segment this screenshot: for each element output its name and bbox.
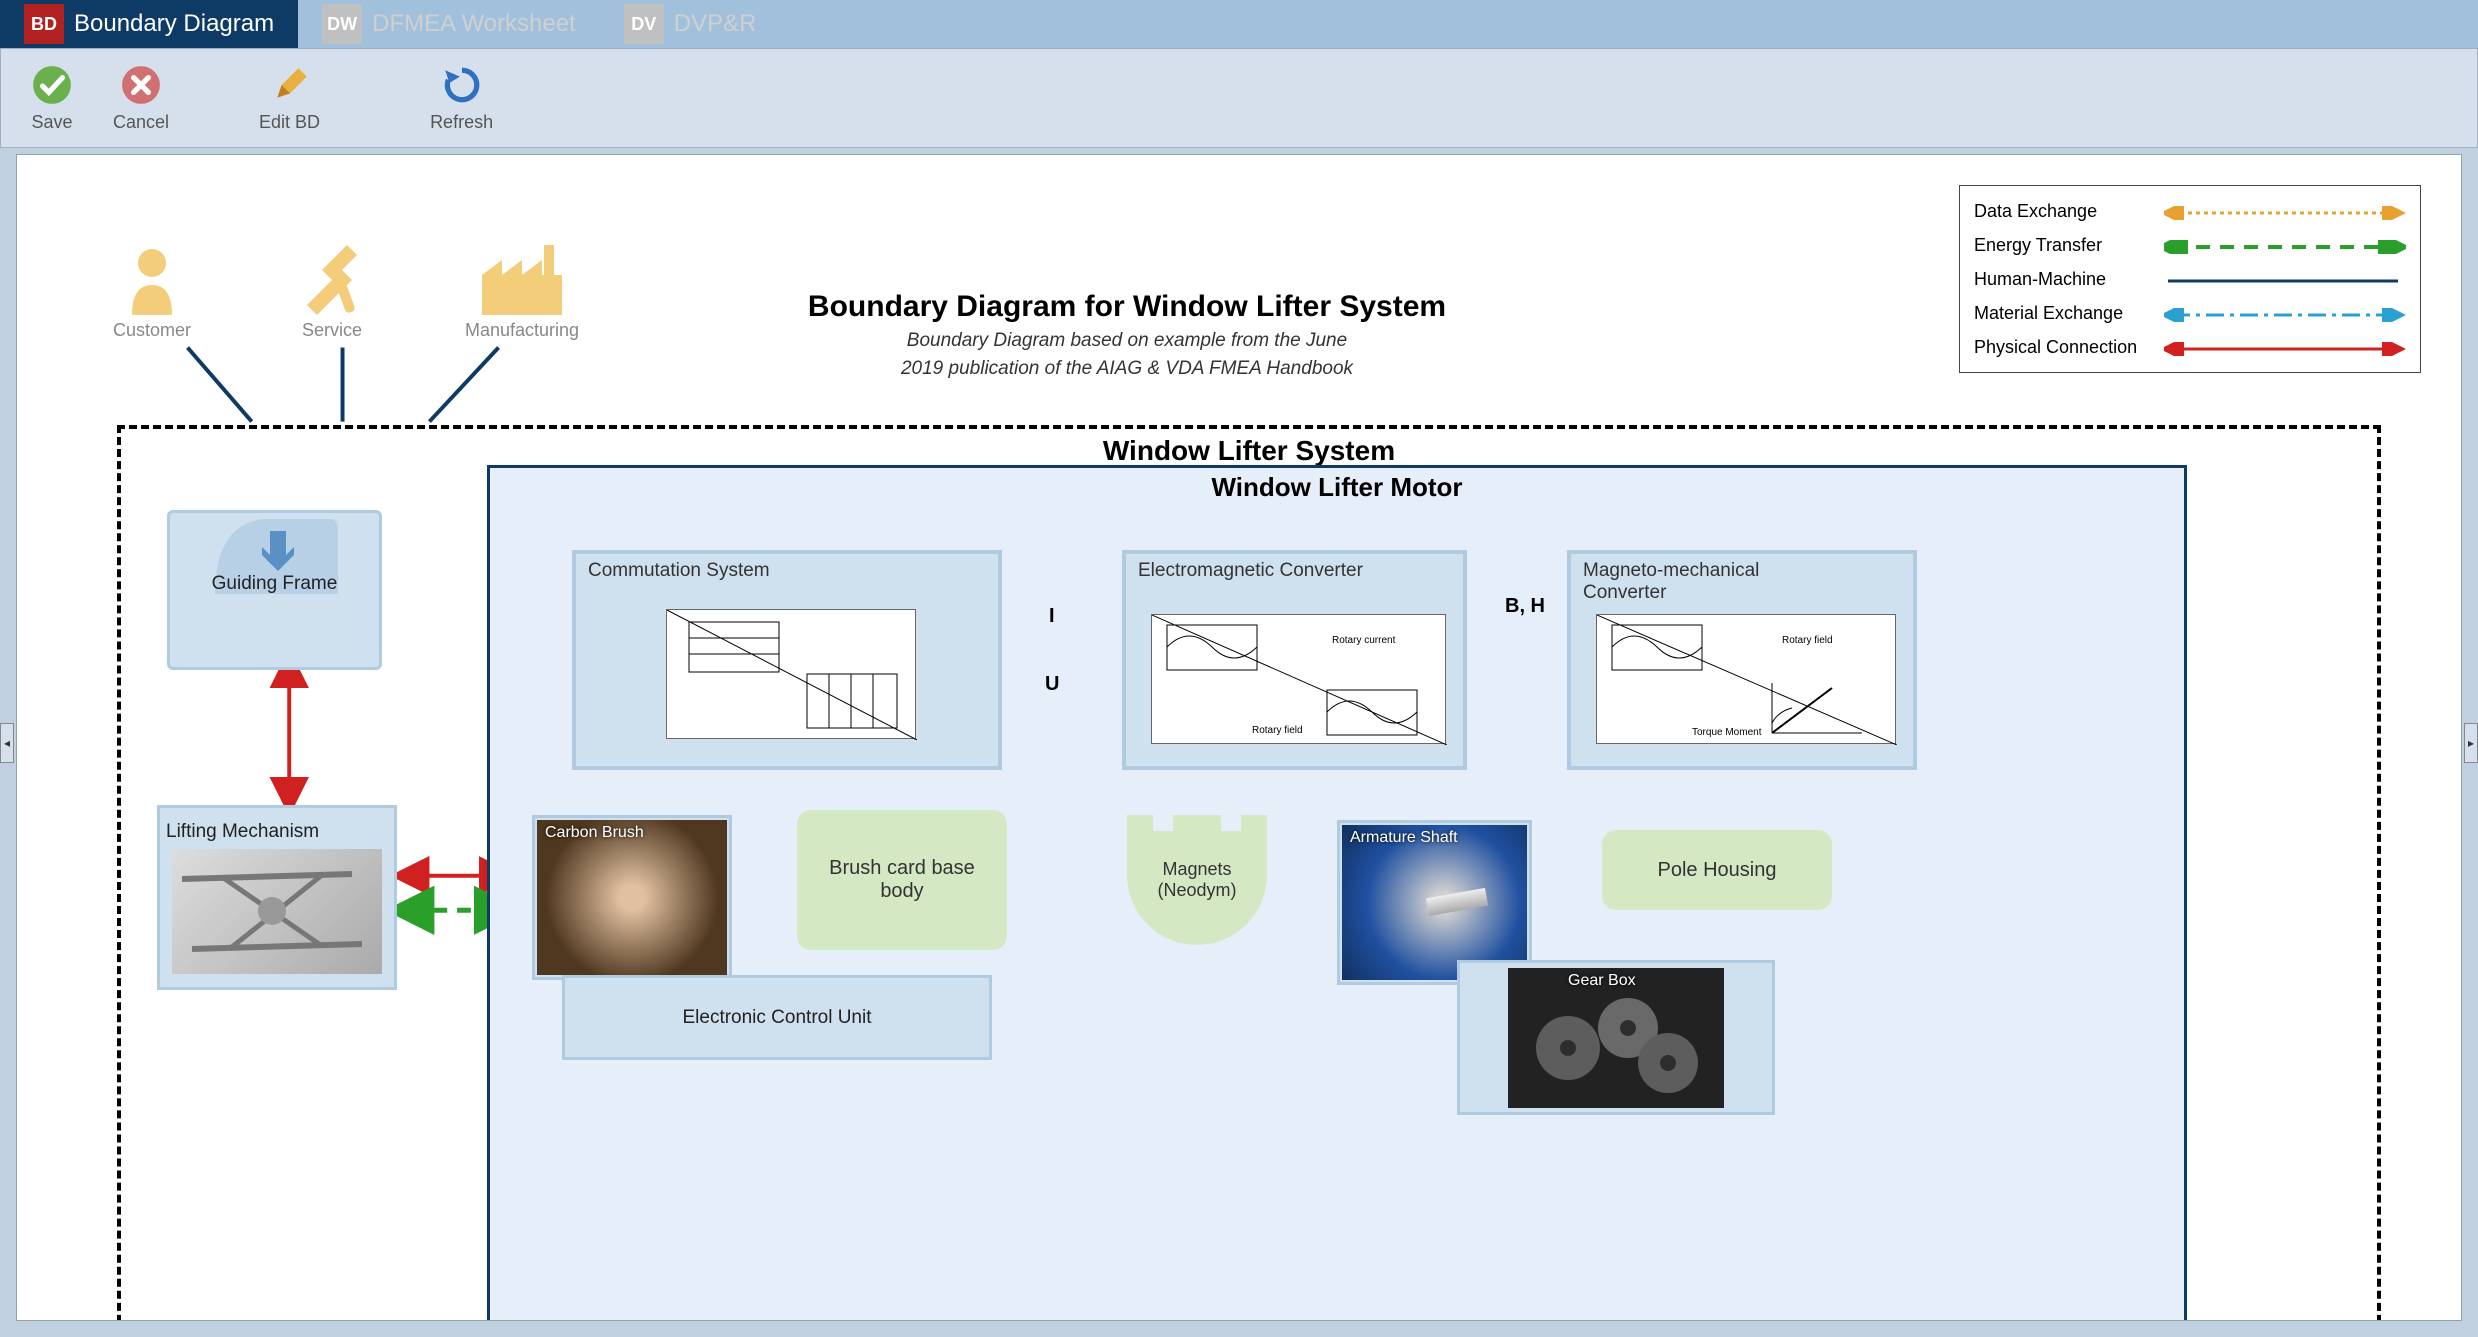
node-label: Electronic Control Unit <box>682 1007 871 1029</box>
title-sub2: 2019 publication of the AIAG & VDA FMEA … <box>717 358 1537 380</box>
title-sub1: Boundary Diagram based on example from t… <box>717 330 1537 352</box>
x-circle-icon <box>120 64 162 106</box>
save-button[interactable]: Save <box>31 64 73 133</box>
legend-sample-physical <box>2164 340 2406 354</box>
node-guiding-frame[interactable]: Guiding Frame <box>167 510 382 670</box>
legend-label: Energy Transfer <box>1974 235 2164 256</box>
node-label: Magnets (Neodym) <box>1127 859 1267 901</box>
check-circle-icon <box>31 64 73 106</box>
legend: Data Exchange Energy Transfer Human-Mach… <box>1959 185 2421 373</box>
refresh-icon <box>441 64 483 106</box>
node-gear-box[interactable]: Gear Box <box>1457 960 1775 1115</box>
em-converter-graphic: Rotary current Rotary field <box>1151 614 1446 744</box>
node-ecu[interactable]: Electronic Control Unit <box>562 975 992 1060</box>
dv-icon: DV <box>624 4 664 44</box>
tab-boundary-diagram[interactable]: BD Boundary Diagram <box>0 0 298 48</box>
title-main: Boundary Diagram for Window Lifter Syste… <box>717 290 1537 324</box>
svg-text:Rotary current: Rotary current <box>1332 635 1396 646</box>
node-brush-card-base-body[interactable]: Brush card base body <box>797 810 1007 950</box>
node-label: Pole Housing <box>1658 859 1777 882</box>
node-label: Magneto-mechanical Converter <box>1583 560 1783 604</box>
diagram-title: Boundary Diagram for Window Lifter Syste… <box>717 290 1537 380</box>
node-label: Lifting Mechanism <box>166 821 319 843</box>
edit-bd-button[interactable]: Edit BD <box>259 64 320 133</box>
legend-sample-human <box>2164 272 2406 286</box>
toolbar-label: Edit BD <box>259 112 320 133</box>
scroll-left-handle[interactable]: ◂ <box>0 723 14 763</box>
tools-icon <box>297 245 367 315</box>
armature-shaft-image: Armature Shaft <box>1342 825 1527 980</box>
tab-label: DFMEA Worksheet <box>372 10 576 38</box>
node-lifting-mechanism[interactable]: Lifting Mechanism <box>157 805 397 990</box>
node-commutation-system[interactable]: Commutation System <box>572 550 1002 770</box>
cancel-button[interactable]: Cancel <box>113 64 169 133</box>
legend-label: Material Exchange <box>1974 303 2164 324</box>
mm-converter-graphic: Rotary field Torque Moment <box>1596 614 1896 744</box>
actor-service[interactable]: Service <box>277 245 387 341</box>
node-label: Armature Shaft <box>1350 829 1458 847</box>
tab-dvpr[interactable]: DV DVP&R <box>600 0 781 48</box>
refresh-button[interactable]: Refresh <box>430 64 493 133</box>
toolbar-label: Cancel <box>113 112 169 133</box>
toolbar: Save Cancel Edit BD Refresh <box>0 48 2478 148</box>
legend-sample-data <box>2164 204 2406 218</box>
actor-customer[interactable]: Customer <box>97 245 207 341</box>
workspace: ◂ ▸ Data Exchange Energy Transfer Human-… <box>0 148 2478 1337</box>
toolbar-label: Refresh <box>430 112 493 133</box>
node-label: Brush card base body <box>805 857 999 903</box>
gear-box-image: Gear Box <box>1508 968 1724 1108</box>
tab-dfmea-worksheet[interactable]: DW DFMEA Worksheet <box>298 0 600 48</box>
tab-label: Boundary Diagram <box>74 10 274 38</box>
node-carbon-brush[interactable]: Carbon Brush <box>532 815 732 980</box>
node-magneto-mechanical-converter[interactable]: Magneto-mechanical Converter Rotary fiel… <box>1567 550 1917 770</box>
actor-label: Customer <box>97 320 207 341</box>
legend-label: Data Exchange <box>1974 201 2164 222</box>
node-pole-housing[interactable]: Pole Housing <box>1602 830 1832 910</box>
svg-text:Rotary field: Rotary field <box>1252 725 1303 736</box>
factory-icon <box>482 245 562 315</box>
scroll-right-handle[interactable]: ▸ <box>2464 723 2478 763</box>
legend-sample-material <box>2164 306 2406 320</box>
legend-sample-energy <box>2164 238 2406 252</box>
dw-icon: DW <box>322 4 362 44</box>
carbon-brush-image: Carbon Brush <box>537 820 727 975</box>
edge-label-u: U <box>1045 673 1059 696</box>
person-icon <box>122 245 182 315</box>
commutation-graphic <box>666 609 916 739</box>
svg-text:Rotary field: Rotary field <box>1782 635 1833 646</box>
node-label: Commutation System <box>588 560 770 582</box>
motor-label: Window Lifter Motor <box>490 472 2184 503</box>
pencil-icon <box>269 64 311 106</box>
tab-label: DVP&R <box>674 10 757 38</box>
actor-manufacturing[interactable]: Manufacturing <box>447 245 597 341</box>
lifting-mechanism-image <box>172 849 382 974</box>
actor-label: Service <box>277 320 387 341</box>
tab-bar: BD Boundary Diagram DW DFMEA Worksheet D… <box>0 0 2478 48</box>
legend-label: Physical Connection <box>1974 337 2164 358</box>
edge-label-i: I <box>1049 605 1055 628</box>
svg-text:Torque Moment: Torque Moment <box>1692 727 1762 738</box>
node-electromagnetic-converter[interactable]: Electromagnetic Converter Rotary current… <box>1122 550 1467 770</box>
legend-label: Human-Machine <box>1974 269 2164 290</box>
toolbar-label: Save <box>31 112 72 133</box>
actor-label: Manufacturing <box>447 320 597 341</box>
diagram-canvas[interactable]: Data Exchange Energy Transfer Human-Mach… <box>16 154 2462 1321</box>
node-label: Carbon Brush <box>545 824 644 842</box>
boundary-label: Window Lifter System <box>121 435 2377 467</box>
bd-icon: BD <box>24 4 64 44</box>
edge-label-bh: B, H <box>1505 595 1545 618</box>
node-label: Electromagnetic Converter <box>1138 560 1363 582</box>
node-label: Guiding Frame <box>212 573 338 595</box>
